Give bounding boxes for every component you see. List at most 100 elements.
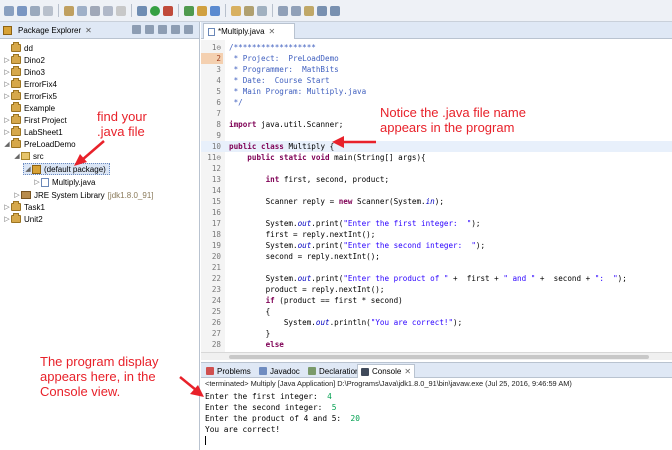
- forward-icon[interactable]: [330, 5, 340, 16]
- text-cursor: [205, 436, 206, 445]
- tree-item-label: ErrorFix4: [24, 79, 57, 89]
- code-editor[interactable]: 1⊖/****************** 2 * Project: PreLo…: [201, 40, 672, 352]
- link-with-editor-icon[interactable]: [145, 25, 154, 34]
- collapse-icon[interactable]: ◢: [24, 165, 32, 173]
- toggle-breadcrumb-icon[interactable]: [90, 5, 100, 16]
- expand-icon[interactable]: ▷: [3, 92, 11, 100]
- toolbar-separator: [58, 4, 59, 17]
- tree-item-jre-system-library[interactable]: ▷ JRE System Library [jdk1.8.0_91]: [13, 189, 154, 201]
- annotation-arrow-icon: [332, 136, 376, 148]
- close-icon[interactable]: ✕: [85, 26, 92, 35]
- source-folder-icon: [21, 152, 30, 160]
- tree-item-dd[interactable]: dd: [3, 42, 33, 54]
- close-icon[interactable]: ✕: [404, 367, 411, 376]
- tree-item-label: Dino3: [24, 67, 45, 77]
- tree-item-dino3[interactable]: ▷ Dino3: [3, 66, 45, 78]
- show-whitespace-icon[interactable]: [116, 5, 126, 16]
- run-icon[interactable]: [150, 5, 160, 16]
- tree-item-label: ErrorFix5: [24, 91, 57, 101]
- tree-item-dino2[interactable]: ▷ Dino2: [3, 54, 45, 66]
- code-line: 18 first = reply.nextInt();: [211, 230, 376, 239]
- tree-item-label: src: [33, 151, 44, 161]
- next-annotation-icon[interactable]: [278, 5, 288, 16]
- tree-item-unit2[interactable]: ▷ Unit2: [3, 213, 43, 225]
- editor-tab-bar: *Multiply.java ✕: [201, 22, 672, 39]
- tree-item-label: Example: [24, 103, 56, 113]
- code-line: 20 second = reply.nextInt();: [211, 252, 380, 261]
- collapse-icon[interactable]: ◢: [13, 152, 21, 160]
- collapse-all-icon[interactable]: [132, 25, 141, 34]
- expand-icon[interactable]: ▷: [3, 116, 11, 124]
- tree-item-label: Task1: [24, 202, 45, 212]
- tab-javadoc[interactable]: Javadoc: [256, 364, 300, 378]
- code-line: 27 }: [211, 329, 271, 338]
- java-file-icon: [208, 27, 215, 36]
- console-prompt: You are correct!: [205, 425, 281, 434]
- expand-icon[interactable]: ▷: [33, 178, 41, 186]
- mark-occurrences-icon[interactable]: [103, 5, 113, 16]
- project-icon: [11, 54, 21, 64]
- console-status: <terminated> Multiply [Java Application]…: [205, 379, 572, 388]
- tree-item-src[interactable]: ◢ src: [13, 150, 44, 162]
- view-menu-icon[interactable]: [158, 25, 167, 34]
- code-line: 12: [211, 164, 221, 173]
- console-output[interactable]: Enter the first integer: 4 Enter the sec…: [201, 391, 672, 450]
- tree-item-errorfix5[interactable]: ▷ ErrorFix5: [3, 90, 57, 102]
- collapse-icon[interactable]: ◢: [3, 140, 11, 148]
- code-line: 13 int first, second, product;: [211, 175, 390, 184]
- tree-item-label: JRE System Library: [34, 190, 105, 200]
- editor-tab-multiply-java[interactable]: *Multiply.java ✕: [203, 23, 295, 39]
- console-input: 20: [350, 414, 360, 423]
- tree-item-first-project[interactable]: ▷ First Project: [3, 114, 67, 126]
- maximize-icon[interactable]: [184, 25, 193, 34]
- expand-icon[interactable]: ▷: [3, 56, 11, 64]
- edit-icon[interactable]: [244, 5, 254, 16]
- tree-item-multiply-java[interactable]: ▷ Multiply.java: [33, 176, 95, 188]
- expand-icon[interactable]: ▷: [3, 128, 11, 136]
- back-icon[interactable]: [317, 5, 327, 16]
- tree-item-task1[interactable]: ▷ Task1: [3, 201, 45, 213]
- new-package-icon[interactable]: [197, 5, 207, 16]
- tree-item-label: PreLoadDemo: [24, 139, 76, 149]
- open-type-icon[interactable]: [64, 5, 74, 16]
- annotation-notice-name: Notice the .java file name appears in th…: [380, 105, 526, 135]
- last-edit-icon[interactable]: [304, 5, 314, 16]
- save-icon[interactable]: [17, 5, 27, 16]
- search-icon[interactable]: [77, 5, 87, 16]
- annotation-find-java-file: find your .java file: [97, 109, 147, 139]
- tab-problems[interactable]: Problems: [203, 364, 251, 378]
- package-explorer-title[interactable]: Package Explorer: [18, 26, 81, 35]
- expand-icon[interactable]: ▷: [3, 80, 11, 88]
- tree-item-example[interactable]: Example: [3, 102, 55, 114]
- open-folder-icon[interactable]: [231, 5, 241, 16]
- close-icon[interactable]: ✕: [269, 27, 276, 36]
- new-class-icon[interactable]: [210, 5, 220, 16]
- tab-declaration[interactable]: Declaration: [305, 364, 359, 378]
- new-icon[interactable]: [4, 5, 14, 16]
- code-line: 5 * Main Program: Multiply.java: [216, 87, 367, 96]
- tree-item-errorfix4[interactable]: ▷ ErrorFix4: [3, 78, 57, 90]
- tab-console[interactable]: Console ✕: [357, 364, 415, 378]
- minimize-icon[interactable]: [171, 25, 180, 34]
- package-explorer-icon: [3, 25, 12, 35]
- tab-label: Javadoc: [270, 366, 300, 376]
- tab-label: Declaration: [319, 366, 360, 376]
- expand-icon[interactable]: ▷: [3, 68, 11, 76]
- expand-icon[interactable]: ▷: [13, 191, 21, 199]
- expand-icon[interactable]: ▷: [3, 203, 11, 211]
- save-all-icon[interactable]: [30, 5, 40, 16]
- tree-item-suffix: [jdk1.8.0_91]: [107, 190, 154, 200]
- expand-icon[interactable]: ▷: [3, 215, 11, 223]
- console-prompt: Enter the second integer:: [205, 403, 332, 412]
- new-java-project-icon[interactable]: [184, 5, 194, 16]
- code-line: 2 * Project: PreLoadDemo: [201, 53, 672, 64]
- project-icon: [11, 90, 21, 100]
- annotation-icon[interactable]: [257, 5, 267, 16]
- previous-annotation-icon[interactable]: [291, 5, 301, 16]
- tree-item-labsheet1[interactable]: ▷ LabSheet1: [3, 126, 63, 138]
- editor-horizontal-scrollbar[interactable]: [201, 352, 672, 360]
- tree-item-preloaddemo[interactable]: ◢ PreLoadDemo: [3, 138, 76, 150]
- external-tools-icon[interactable]: [163, 5, 173, 16]
- debug-icon[interactable]: [137, 5, 147, 16]
- print-icon[interactable]: [43, 5, 53, 16]
